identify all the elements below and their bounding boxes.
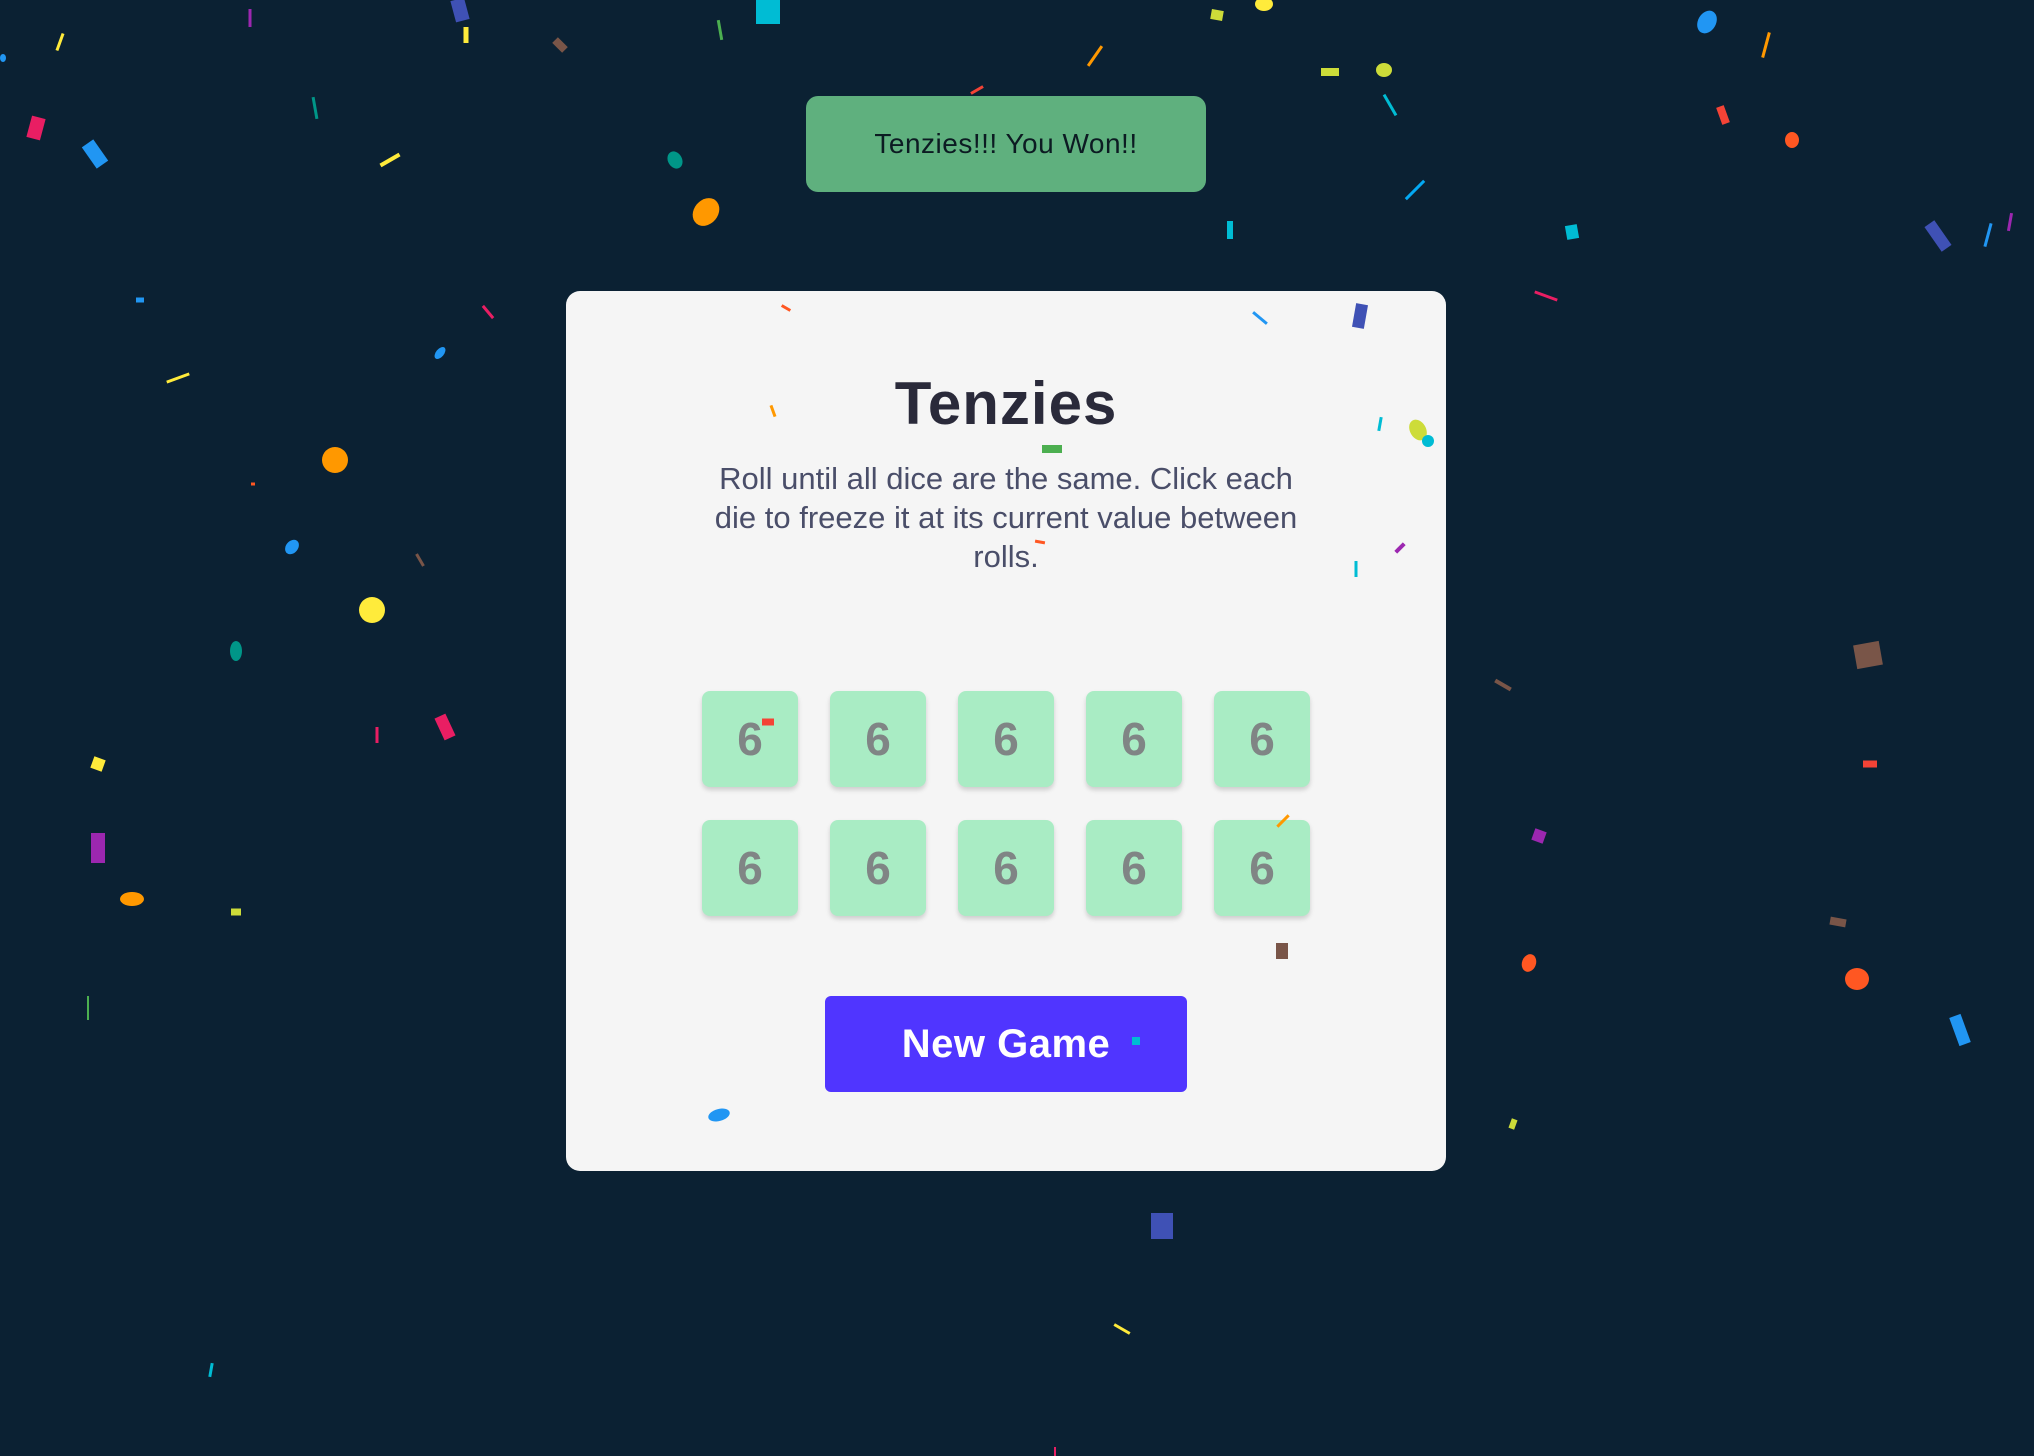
die-3[interactable]: 6	[958, 691, 1054, 787]
confetti-piece	[1151, 1213, 1173, 1239]
confetti-piece	[1761, 32, 1771, 58]
confetti-piece	[81, 139, 109, 169]
confetti-piece	[1508, 1118, 1518, 1130]
new-game-button[interactable]: New Game	[825, 996, 1187, 1092]
confetti-piece	[136, 297, 144, 303]
confetti-piece	[1785, 132, 1799, 148]
confetti-piece	[716, 19, 724, 41]
confetti-piece	[1564, 224, 1580, 240]
confetti-piece	[1382, 93, 1398, 117]
confetti-piece	[756, 0, 780, 24]
game-card: Tenzies Roll until all dice are the same…	[566, 291, 1446, 1171]
confetti-piece	[667, 151, 683, 169]
confetti-piece	[375, 727, 379, 743]
confetti-piece	[1716, 105, 1730, 125]
confetti-piece	[379, 152, 401, 168]
confetti-piece	[90, 756, 106, 772]
confetti-piece	[1113, 1323, 1131, 1335]
confetti-piece	[1983, 223, 1993, 247]
confetti-piece	[434, 713, 456, 741]
die-4[interactable]: 6	[1086, 691, 1182, 787]
confetti-piece	[552, 37, 568, 53]
confetti-piece	[970, 85, 984, 95]
confetti-piece	[1376, 63, 1392, 77]
confetti-piece	[1321, 68, 1339, 76]
game-instructions: Roll until all dice are the same. Click …	[714, 461, 1298, 574]
confetti-piece	[55, 33, 65, 51]
confetti-piece	[1853, 640, 1883, 670]
confetti-piece	[231, 908, 241, 916]
confetti-piece	[285, 539, 299, 555]
confetti-piece	[1210, 9, 1224, 21]
die-9[interactable]: 6	[1086, 820, 1182, 916]
confetti-piece	[120, 892, 144, 906]
die-6[interactable]: 6	[702, 820, 798, 916]
confetti-piece	[1949, 1013, 1971, 1047]
die-10[interactable]: 6	[1214, 820, 1310, 916]
confetti-piece	[415, 553, 425, 567]
confetti-piece	[1829, 916, 1847, 928]
confetti-piece	[450, 0, 470, 23]
confetti-piece	[434, 347, 446, 359]
confetti-piece	[1255, 0, 1273, 11]
win-banner: Tenzies!!! You Won!!	[806, 96, 1206, 192]
confetti-piece	[1227, 221, 1233, 239]
confetti-piece	[0, 54, 6, 62]
confetti-piece	[26, 115, 46, 141]
confetti-piece	[248, 9, 252, 27]
confetti-piece	[311, 96, 319, 120]
confetti-piece	[1924, 220, 1952, 252]
confetti-piece	[1521, 954, 1537, 972]
game-title: Tenzies	[894, 370, 1118, 437]
die-7[interactable]: 6	[830, 820, 926, 916]
confetti-piece	[1404, 179, 1426, 201]
confetti-piece	[166, 372, 190, 384]
dice-grid: 6 6 6 6 6 6 6 6 6 6	[702, 691, 1310, 916]
confetti-piece	[1845, 968, 1869, 990]
confetti-piece	[1697, 10, 1717, 34]
confetti-piece	[322, 447, 348, 473]
confetti-piece	[230, 641, 242, 661]
confetti-piece	[1863, 760, 1877, 768]
confetti-piece	[251, 482, 255, 486]
die-5[interactable]: 6	[1214, 691, 1310, 787]
confetti-piece	[208, 1362, 214, 1378]
confetti-piece	[1086, 45, 1104, 67]
confetti-piece	[359, 597, 385, 623]
confetti-piece	[463, 27, 469, 43]
confetti-piece	[692, 198, 720, 226]
app-window: Tenzies!!! You Won!! Tenzies Roll until …	[0, 0, 2034, 1456]
confetti-piece	[1054, 1447, 1056, 1456]
confetti-piece	[2006, 212, 2014, 232]
win-banner-text: Tenzies!!! You Won!!	[874, 128, 1138, 159]
die-8[interactable]: 6	[958, 820, 1054, 916]
confetti-piece	[1534, 290, 1558, 302]
confetti-piece	[1494, 678, 1512, 692]
confetti-piece	[87, 996, 89, 1020]
confetti-piece	[481, 304, 495, 320]
die-2[interactable]: 6	[830, 691, 926, 787]
confetti-piece	[91, 833, 105, 863]
die-1[interactable]: 6	[702, 691, 798, 787]
confetti-piece	[1531, 828, 1547, 844]
